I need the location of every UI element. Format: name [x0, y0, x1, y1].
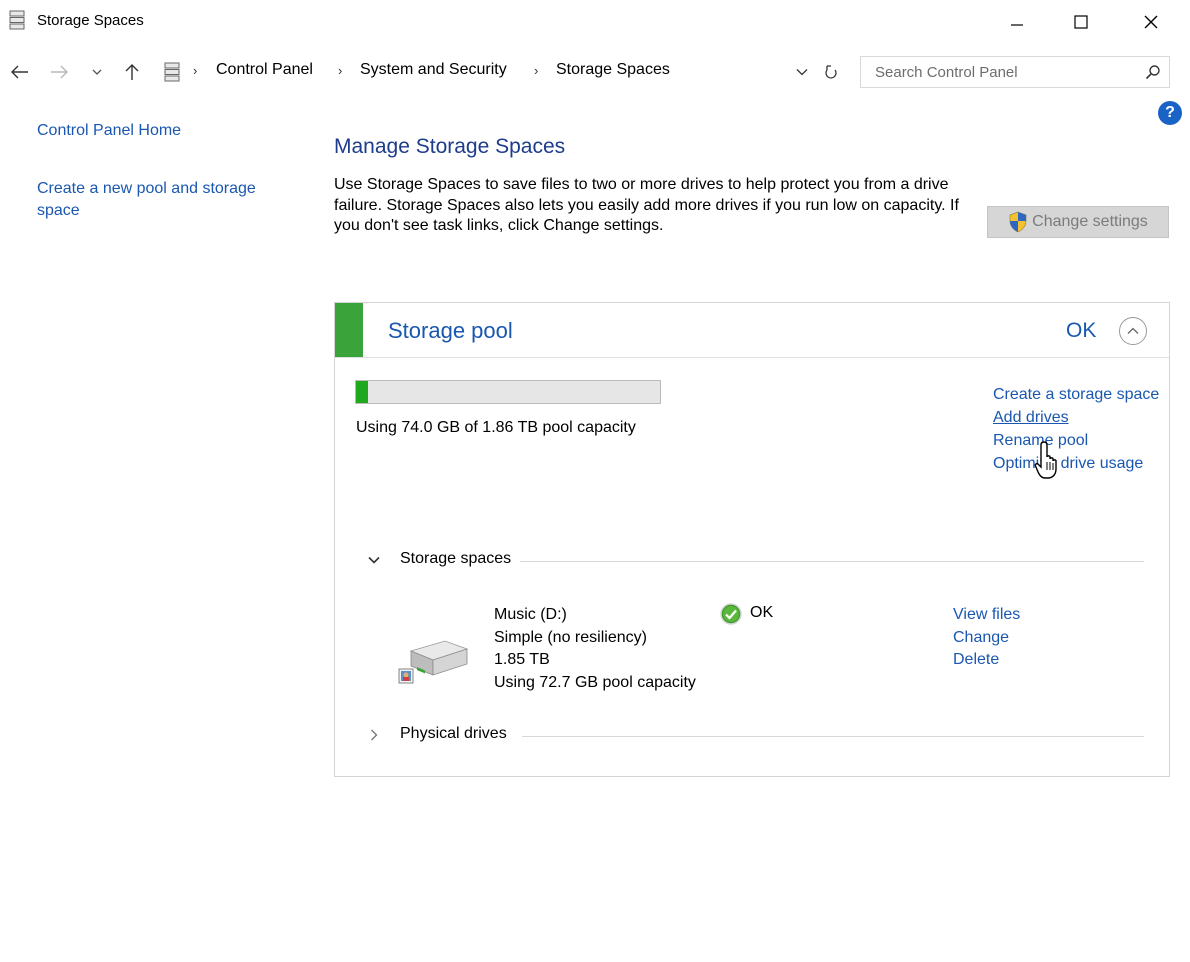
- breadcrumb-separator-icon[interactable]: ›: [338, 63, 342, 78]
- change-settings-label: Change settings: [1032, 213, 1148, 230]
- window-title: Storage Spaces: [37, 12, 144, 29]
- search-icon[interactable]: [1145, 64, 1161, 80]
- help-icon[interactable]: ?: [1158, 101, 1182, 125]
- arrow-left-icon: [11, 65, 28, 79]
- storage-spaces-location-icon: [164, 62, 180, 82]
- pool-status: OK: [1066, 319, 1097, 342]
- pool-title: Storage pool: [388, 318, 513, 343]
- storage-spaces-divider: [520, 561, 1144, 562]
- close-button[interactable]: [1128, 0, 1174, 44]
- physical-drives-divider: [522, 736, 1144, 737]
- create-storage-space-link[interactable]: Create a storage space: [993, 383, 1163, 406]
- minimize-icon: [1011, 24, 1023, 26]
- space-name: Music (D:): [494, 606, 567, 623]
- view-files-link[interactable]: View files: [953, 604, 1020, 627]
- chevron-down-icon: [92, 69, 102, 75]
- breadcrumb-separator-icon[interactable]: ›: [534, 63, 538, 78]
- chevron-down-icon: [368, 556, 380, 564]
- breadcrumb-control-panel[interactable]: Control Panel: [216, 61, 313, 79]
- back-button[interactable]: [8, 60, 32, 84]
- pool-usage-text: Using 74.0 GB of 1.86 TB pool capacity: [356, 419, 636, 436]
- arrow-right-icon: [51, 65, 68, 79]
- storage-space-details: Music (D:) Simple (no resiliency) 1.85 T…: [494, 604, 696, 694]
- up-button[interactable]: [120, 60, 144, 84]
- space-status: OK: [750, 604, 774, 621]
- storage-pool-panel: [334, 302, 1170, 777]
- pool-header-divider: [335, 357, 1169, 358]
- control-panel-home-link[interactable]: Control Panel Home: [37, 122, 181, 140]
- rename-pool-link[interactable]: Rename pool: [993, 429, 1163, 452]
- change-settings-button[interactable]: Change settings: [987, 206, 1169, 238]
- recent-locations-button[interactable]: [88, 60, 106, 84]
- optimize-drive-usage-link[interactable]: Optimize drive usage: [993, 452, 1163, 475]
- pool-status-accent: [335, 303, 363, 358]
- space-usage: Using 72.7 GB pool capacity: [494, 673, 696, 691]
- physical-drives-heading[interactable]: Physical drives: [400, 725, 507, 743]
- space-actions: View files Change Delete: [953, 604, 1020, 672]
- search-input[interactable]: [861, 57, 1145, 87]
- minimize-button[interactable]: [994, 0, 1040, 44]
- pool-capacity-bar: [355, 380, 661, 404]
- close-icon: [1144, 15, 1158, 29]
- storage-space-drive-icon: [398, 640, 469, 684]
- chevron-right-icon: [371, 729, 378, 741]
- page-description: Use Storage Spaces to save files to two …: [334, 176, 959, 234]
- delete-space-link[interactable]: Delete: [953, 649, 1020, 672]
- address-dropdown-button[interactable]: [794, 62, 810, 82]
- refresh-icon: [825, 65, 837, 79]
- create-pool-link[interactable]: Create a new pool and storage space: [37, 178, 297, 222]
- arrow-up-icon: [125, 64, 139, 80]
- uac-shield-icon: [1009, 211, 1027, 233]
- maximize-icon: [1074, 15, 1088, 29]
- page-title: Manage Storage Spaces: [334, 135, 566, 158]
- search-box[interactable]: [860, 56, 1170, 88]
- physical-drives-toggle[interactable]: [366, 727, 382, 743]
- storage-spaces-app-icon: [9, 10, 25, 30]
- chevron-down-icon: [796, 69, 808, 76]
- forward-button[interactable]: [48, 60, 70, 84]
- add-drives-link[interactable]: Add drives: [993, 406, 1163, 429]
- check-ok-icon: [720, 603, 742, 625]
- breadcrumb-separator-icon[interactable]: ›: [193, 63, 197, 78]
- maximize-button[interactable]: [1058, 0, 1104, 44]
- pool-collapse-button[interactable]: [1119, 317, 1147, 345]
- space-resiliency: Simple (no resiliency): [494, 628, 647, 646]
- hand-cursor-icon: [1034, 441, 1057, 479]
- breadcrumb-storage-spaces[interactable]: Storage Spaces: [556, 61, 670, 79]
- breadcrumb-system-and-security[interactable]: System and Security: [360, 61, 507, 79]
- storage-spaces-heading[interactable]: Storage spaces: [400, 550, 511, 568]
- pool-capacity-fill: [356, 381, 369, 403]
- change-space-link[interactable]: Change: [953, 627, 1020, 650]
- storage-spaces-toggle[interactable]: [366, 552, 382, 568]
- refresh-button[interactable]: [821, 60, 841, 84]
- pool-actions: Create a storage space Add drives Rename…: [993, 383, 1163, 475]
- space-size: 1.85 TB: [494, 651, 550, 668]
- chevron-up-icon: [1127, 327, 1139, 334]
